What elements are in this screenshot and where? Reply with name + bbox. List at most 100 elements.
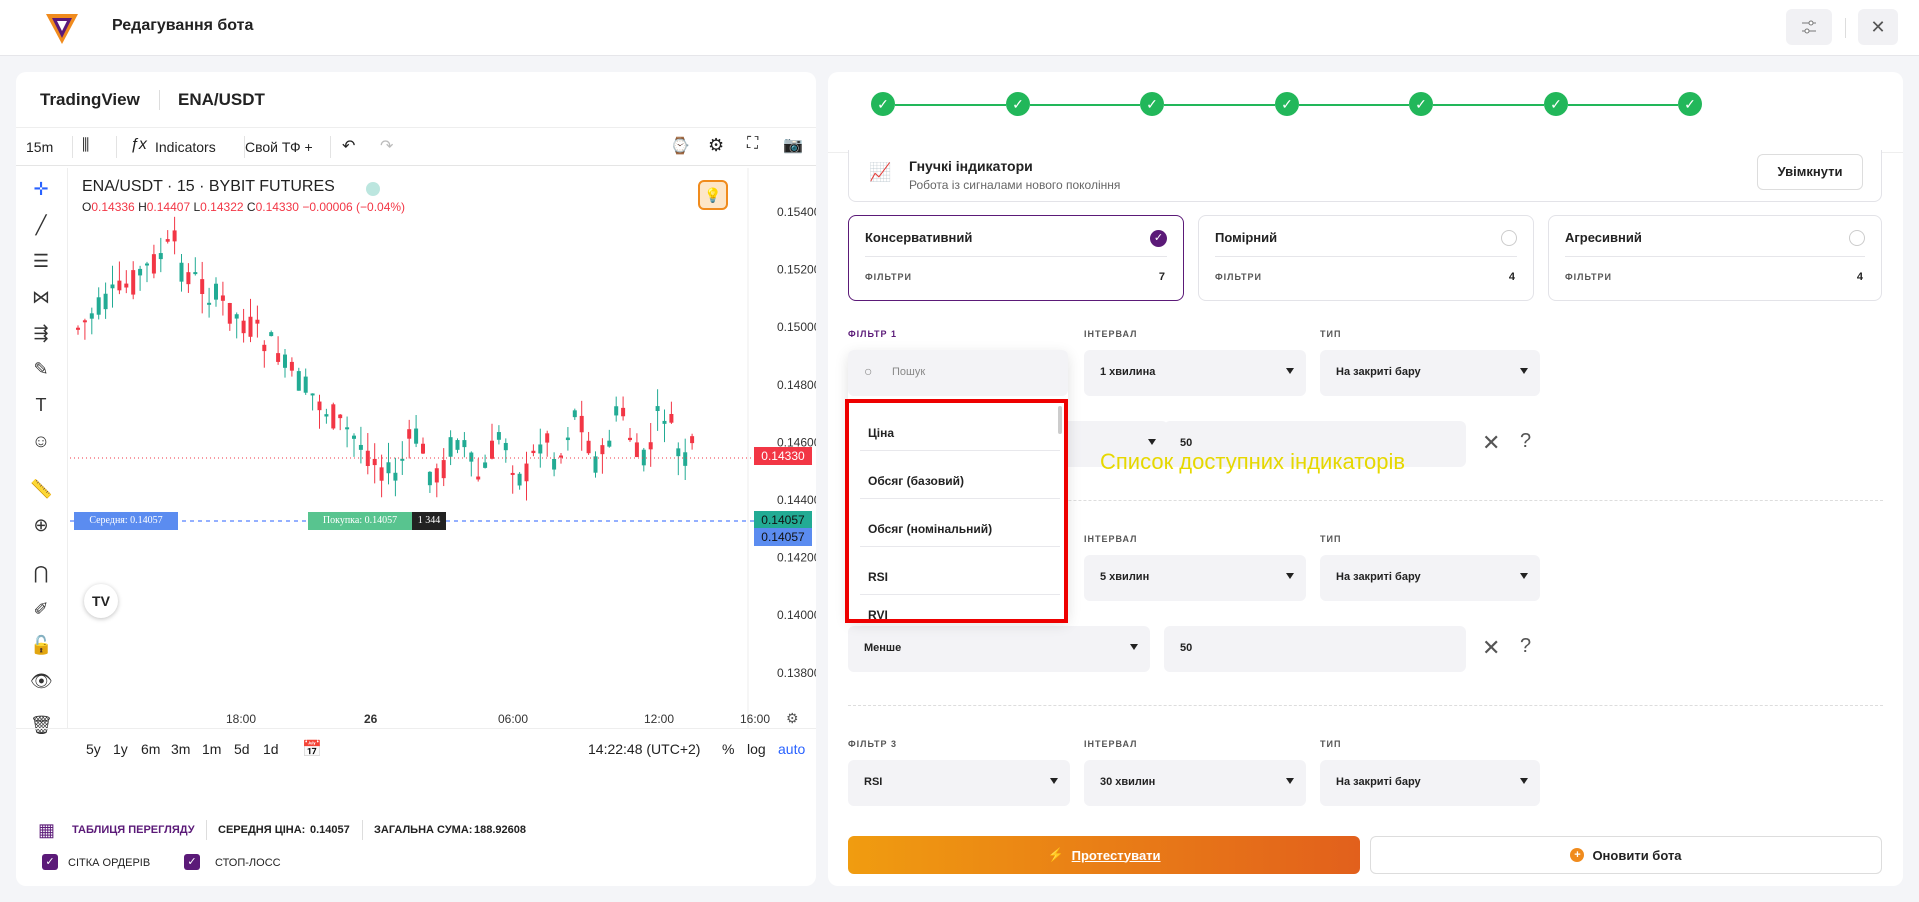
stop-loss-checkbox[interactable]: ✓ [184, 854, 200, 870]
price-chart[interactable]: 0.154000.152000.150000.148000.146000.144… [68, 168, 816, 728]
chart-clock: 14:22:48 (UTC+2) [588, 741, 701, 757]
filter2-condition-select[interactable]: Менше [848, 626, 1150, 672]
step-check-icon[interactable]: ✓ [1275, 92, 1299, 116]
bulb-icon[interactable]: 💡 [698, 180, 728, 210]
table-icon[interactable]: ▦ [38, 820, 55, 841]
filter3-type-select[interactable]: На закриті бару [1320, 760, 1540, 806]
candle-body [317, 401, 322, 411]
alert-clock-icon[interactable]: ⌚ [670, 136, 690, 156]
candle-body [303, 376, 308, 393]
update-bot-button[interactable]: + Оновити бота [1370, 836, 1882, 874]
range-5y[interactable]: 5y [86, 741, 101, 757]
candle-body [372, 458, 377, 466]
search-icon: ○ [864, 363, 873, 379]
close-icon[interactable]: ✕ [1482, 430, 1500, 456]
close-button[interactable]: ✕ [1858, 9, 1898, 45]
mode-filters-count: 4 [1508, 271, 1515, 283]
filter3-type-label: ТИП [1320, 739, 1342, 749]
camera-icon[interactable]: 📷 [783, 135, 803, 155]
filter3-interval-select[interactable]: 30 хвилин [1084, 760, 1306, 806]
custom-timeframe-button[interactable]: Свой ТФ + [245, 139, 313, 155]
calendar-icon[interactable]: 📅 [302, 739, 322, 759]
filter3-indicator-select[interactable]: RSI [848, 760, 1070, 806]
percent-toggle[interactable]: % [722, 741, 734, 757]
trendline-icon[interactable]: ╱ [30, 214, 52, 236]
order-grid-checkbox[interactable]: ✓ [42, 854, 58, 870]
candle-body [490, 440, 494, 459]
range-3m[interactable]: 3m [171, 741, 190, 757]
mode-moderate[interactable]: Помірний ФІЛЬТРИ 4 [1198, 215, 1534, 301]
chart-area[interactable]: ✛ ╱ ☰ ⋈ ⇶ ✎ T ☺ 📏 ⊕ ⋂ ✐ 🔓 👁 🗑 0.15400 0.1… [16, 168, 816, 735]
candle-body [579, 415, 584, 433]
text-icon[interactable]: T [30, 394, 52, 416]
mode-filters-label: ФІЛЬТРИ [1215, 272, 1263, 282]
forecast-icon[interactable]: ⇶ [30, 322, 52, 344]
indicators-button[interactable]: Indicators [155, 139, 216, 155]
candle-body [690, 436, 695, 444]
magnet-icon[interactable]: ⋂ [30, 562, 52, 584]
range-1d[interactable]: 1d [263, 741, 279, 757]
step-check-icon[interactable]: ✓ [871, 92, 895, 116]
filter2-interval-select[interactable]: 5 хвилин [1084, 555, 1306, 601]
time-axis: 18:00 26 06:00 12:00 16:00 [68, 712, 770, 728]
lock-icon[interactable]: 🔓 [30, 634, 52, 656]
pattern-icon[interactable]: ⋈ [30, 286, 52, 308]
candle-body [227, 303, 232, 324]
range-1y[interactable]: 1y [113, 741, 128, 757]
range-6m[interactable]: 6m [141, 741, 160, 757]
mode-conservative[interactable]: Консервативний ✓ ФІЛЬТРИ 7 [848, 215, 1184, 301]
log-toggle[interactable]: log [747, 741, 766, 757]
filter1-interval-select[interactable]: 1 хвилина [1084, 350, 1306, 396]
auto-toggle[interactable]: auto [778, 741, 805, 757]
select-value: RSI [864, 776, 883, 788]
redo-icon[interactable]: ↷ [380, 136, 393, 156]
filter2-value-input[interactable]: 50 [1164, 626, 1466, 672]
range-5d[interactable]: 5d [234, 741, 250, 757]
help-icon[interactable]: ? [1520, 430, 1531, 453]
brush-icon[interactable]: ✎ [30, 358, 52, 380]
fib-lines-icon[interactable]: ☰ [30, 250, 52, 272]
step-check-icon[interactable]: ✓ [1678, 92, 1702, 116]
ruler-icon[interactable]: 📏 [30, 478, 52, 500]
close-value: 0.14330 [255, 200, 299, 214]
stop-loss-label: СТОП-ЛОСС [215, 857, 281, 869]
tradingview-brand: TradingView [40, 90, 140, 109]
filter2-type-select[interactable]: На закриті бару [1320, 555, 1540, 601]
settings-sliders-button[interactable] [1786, 9, 1832, 45]
undo-icon[interactable]: ↶ [342, 136, 355, 156]
chevron-down-icon [1148, 439, 1156, 445]
step-check-icon[interactable]: ✓ [1409, 92, 1433, 116]
gear-icon[interactable]: ⚙ [708, 135, 724, 156]
chevron-down-icon [1520, 368, 1528, 374]
eye-icon[interactable]: 👁 [30, 670, 53, 692]
lock-draw-icon[interactable]: ✐ [30, 598, 52, 620]
step-connector [1433, 104, 1544, 106]
timeframe-button[interactable]: 15m [26, 139, 53, 155]
help-icon[interactable]: ? [1520, 635, 1531, 658]
emoji-icon[interactable]: ☺ [30, 430, 52, 452]
stepper-mask [828, 128, 1903, 150]
chevron-down-icon [1520, 573, 1528, 579]
tradingview-logo[interactable]: TV [84, 584, 118, 618]
enable-flex-button[interactable]: Увімкнути [1757, 154, 1863, 190]
price-tick-label: 0.14400 [777, 493, 816, 507]
step-check-icon[interactable]: ✓ [1544, 92, 1568, 116]
filter1-type-select[interactable]: На закриті бару [1320, 350, 1540, 396]
fullscreen-icon[interactable]: ⛶ [747, 135, 758, 153]
table-view-link[interactable]: ТАБЛИЦЯ ПЕРЕГЛЯДУ [72, 824, 195, 836]
zoom-icon[interactable]: ⊕ [30, 514, 52, 536]
test-button[interactable]: ⚡ Протестувати [848, 836, 1360, 874]
step-check-icon[interactable]: ✓ [1140, 92, 1164, 116]
mode-aggressive[interactable]: Агресивний ФІЛЬТРИ 4 [1548, 215, 1882, 301]
axis-settings-icon[interactable]: ⚙ [786, 710, 799, 727]
candles-icon[interactable]: ⫼ [82, 137, 89, 155]
range-1m[interactable]: 1m [202, 741, 221, 757]
crosshair-icon[interactable]: ✛ [30, 178, 52, 200]
candle-body [110, 284, 115, 289]
step-check-icon[interactable]: ✓ [1006, 92, 1030, 116]
change-value: −0.00006 (−0.04%) [302, 200, 406, 214]
price-axis: 0.154000.152000.150000.148000.146000.144… [777, 205, 816, 680]
close-icon[interactable]: ✕ [1482, 635, 1500, 661]
indicator-search-input[interactable]: ○ Пошук [848, 350, 1068, 396]
candle-body [103, 293, 108, 310]
